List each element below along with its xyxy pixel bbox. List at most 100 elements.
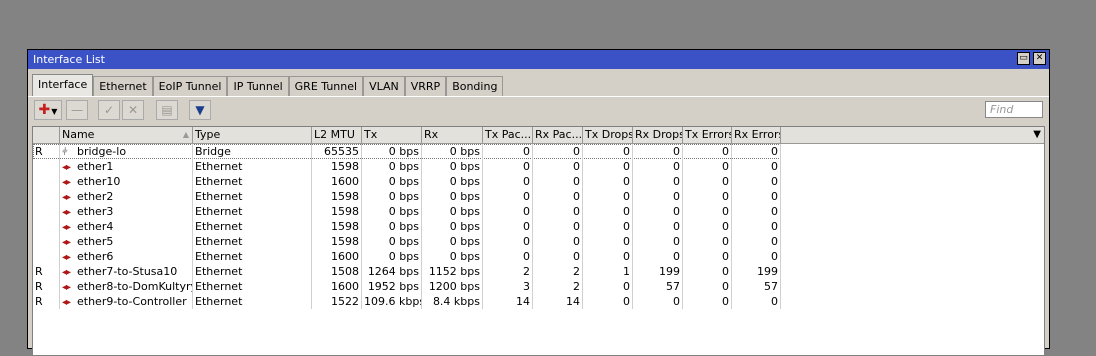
column-header[interactable]: Tx [362, 127, 422, 143]
table-row[interactable]: R ◂▸ ether7-to-Stusa10 Ethernet 1508 1264 bps… [33, 264, 781, 279]
flag-cell: R [33, 294, 60, 309]
comment-button[interactable]: ▤ [156, 100, 178, 120]
tab-eoip-tunnel[interactable]: EoIP Tunnel [152, 76, 228, 96]
title-bar[interactable]: Interface List ▭ ✕ [28, 50, 1049, 69]
disable-button[interactable]: ✕ [122, 100, 144, 120]
restore-button[interactable]: ▭ [1017, 52, 1030, 65]
tab-vrrp[interactable]: VRRP [404, 76, 447, 96]
ethernet-icon: ◂▸ [62, 207, 71, 218]
table-row[interactable]: ◂▸ ether2 Ethernet 1598 0 bps 0 bps 0 0 0 0 0 0 [33, 189, 781, 204]
column-header[interactable]: Rx Drops [633, 127, 683, 143]
column-header[interactable]: Name ▲ [60, 127, 193, 143]
column-header[interactable]: Rx Errors [732, 127, 781, 143]
flag-cell [33, 219, 60, 234]
type-cell: Ethernet [193, 294, 312, 309]
rxe-cell: 0 [732, 249, 781, 264]
column-header[interactable] [33, 127, 60, 143]
filter-icon[interactable]: ▼ [189, 100, 211, 120]
column-header[interactable]: Tx Drops [583, 127, 633, 143]
txe-cell: 0 [683, 174, 732, 189]
add-button[interactable]: ✚▼ [34, 100, 62, 120]
txd-cell: 0 [583, 189, 633, 204]
flag-cell [33, 174, 60, 189]
ethernet-icon: ◂▸ [62, 162, 71, 173]
find-input[interactable]: Find [985, 101, 1043, 118]
table-row[interactable]: ◂▸ ether10 Ethernet 1600 0 bps 0 bps 0 0 0 0 0 0 [33, 174, 781, 189]
interface-name: ether3 [77, 205, 114, 218]
txe-cell: 0 [683, 234, 732, 249]
sort-asc-icon: ▲ [182, 130, 189, 139]
rxe-cell: 0 [732, 294, 781, 309]
tx-cell: 109.6 kbps [364, 294, 422, 309]
tx-cell: 0 bps [362, 174, 422, 189]
tab-interface[interactable]: Interface [32, 74, 94, 96]
column-header[interactable]: Rx [422, 127, 483, 143]
txp-cell: 14 [483, 294, 533, 309]
flag-cell: R [33, 144, 60, 159]
tab-vlan[interactable]: VLAN [363, 76, 405, 96]
tab-gre-tunnel[interactable]: GRE Tunnel [288, 76, 364, 96]
txe-cell: 0 [683, 219, 732, 234]
table-row[interactable]: ◂▸ ether6 Ethernet 1600 0 bps 0 bps 0 0 0 0 0 0 [33, 249, 781, 264]
column-menu-icon[interactable]: ▼ [1033, 127, 1041, 142]
rx-cell: 0 bps [422, 159, 483, 174]
tx-cell: 0 bps [362, 234, 422, 249]
flag-cell [33, 204, 60, 219]
rxe-cell: 0 [732, 204, 781, 219]
interface-list-window: Interface List ▭ ✕ Interface Ethernet Eo… [27, 49, 1050, 356]
rx-cell: 0 bps [422, 189, 483, 204]
ethernet-icon: ◂▸ [62, 192, 71, 203]
txe-cell: 0 [683, 264, 732, 279]
table-row[interactable]: R ◂▸ ether8-to-DomKultyry Ethernet 1600 1952 … [33, 279, 781, 294]
txp-cell: 0 [483, 144, 533, 159]
txd-cell: 0 [583, 144, 633, 159]
table-row[interactable]: R ⫩ bridge-lo Bridge 65535 0 bps 0 bps 0 0 0 0 0 0 [33, 144, 781, 159]
close-button[interactable]: ✕ [1033, 52, 1046, 65]
rxe-cell: 199 [732, 264, 781, 279]
txd-cell: 0 [583, 234, 633, 249]
rxp-cell: 0 [533, 204, 583, 219]
rxe-cell: 0 [732, 189, 781, 204]
ethernet-icon: ◂▸ [62, 267, 71, 278]
txd-cell: 0 [583, 249, 633, 264]
table-row[interactable]: R ◂▸ ether9-to-Controller Ethernet 1522 109.6… [33, 294, 781, 309]
interface-name: ether7-to-Stusa10 [77, 265, 178, 278]
table-row[interactable]: ◂▸ ether3 Ethernet 1598 0 bps 0 bps 0 0 0 0 0 0 [33, 204, 781, 219]
tab-ip-tunnel[interactable]: IP Tunnel [227, 76, 289, 96]
column-header[interactable]: Type [193, 127, 312, 143]
enable-button[interactable]: ✓ [98, 100, 120, 120]
type-cell: Ethernet [193, 204, 312, 219]
interface-table: ▼ Name ▲ Type L2 MTU Tx Rx Tx Pac... Rx Pac... T… [32, 126, 1045, 356]
rxp-cell: 0 [533, 174, 583, 189]
interface-name: ether6 [77, 250, 114, 263]
tab-bonding[interactable]: Bonding [446, 76, 504, 96]
type-cell: Bridge [193, 144, 312, 159]
rxd-cell: 0 [633, 174, 683, 189]
table-row[interactable]: ◂▸ ether1 Ethernet 1598 0 bps 0 bps 0 0 0 0 0 0 [33, 159, 781, 174]
name-cell: ◂▸ ether5 [60, 234, 193, 249]
table-row[interactable]: ◂▸ ether4 Ethernet 1598 0 bps 0 bps 0 0 0 0 0 0 [33, 219, 781, 234]
interface-name: bridge-lo [77, 145, 127, 158]
tx-cell: 0 bps [362, 249, 422, 264]
column-header[interactable]: Tx Pac... [483, 127, 533, 143]
rxd-cell: 0 [633, 189, 683, 204]
rx-cell: 0 bps [422, 204, 483, 219]
txd-cell: 0 [583, 204, 633, 219]
tab-ethernet[interactable]: Ethernet [93, 76, 153, 96]
name-cell: ⫩ bridge-lo [60, 144, 193, 159]
txp-cell: 0 [483, 219, 533, 234]
ethernet-icon: ◂▸ [62, 282, 71, 293]
rxd-cell: 0 [633, 249, 683, 264]
flag-cell: R [33, 279, 60, 294]
remove-button[interactable]: — [66, 100, 88, 120]
rxp-cell: 0 [533, 159, 583, 174]
tx-cell: 0 bps [362, 144, 422, 159]
column-header[interactable]: L2 MTU [312, 127, 362, 143]
column-header[interactable]: Tx Errors [683, 127, 732, 143]
table-row[interactable]: ◂▸ ether5 Ethernet 1598 0 bps 0 bps 0 0 0 0 0 0 [33, 234, 781, 249]
txe-cell: 0 [683, 189, 732, 204]
txp-cell: 0 [483, 249, 533, 264]
column-header[interactable]: Rx Pac... [533, 127, 583, 143]
ethernet-icon: ◂▸ [62, 177, 71, 188]
rxd-cell: 199 [633, 264, 683, 279]
